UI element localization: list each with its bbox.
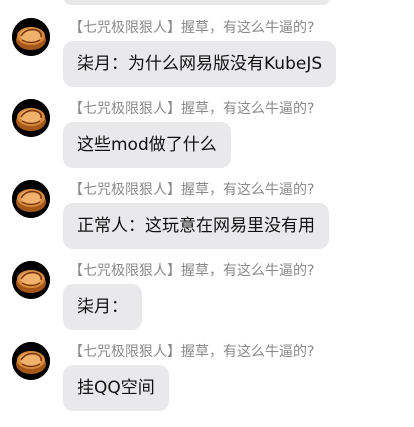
sender-name: 【七咒极限狠人】握草，有这么牛逼的? (69, 344, 315, 360)
pie-avatar-graphic (12, 261, 50, 299)
pie-avatar-graphic (12, 18, 50, 56)
chat-message-list: 【七咒极限狠人】握草，有这么牛逼的? 柒月：为什么网易版没有KubeJS 【七咒… (0, 0, 414, 427)
message-row: 【七咒极限狠人】握草，有这么牛逼的? 柒月：为什么网易版没有KubeJS (0, 0, 414, 87)
message-bubble[interactable]: 挂QQ空间 (63, 365, 169, 411)
sender-name: 【七咒极限狠人】握草，有这么牛逼的? (69, 20, 315, 36)
sender-name: 【七咒极限狠人】握草，有这么牛逼的? (69, 263, 315, 279)
message-row: 【七咒极限狠人】握草，有这么牛逼的? 正常人：这玩意在网易里没有用 (0, 162, 414, 249)
pie-avatar-graphic (12, 342, 50, 380)
pie-avatar-icon[interactable] (12, 342, 50, 380)
pie-avatar-icon[interactable] (12, 99, 50, 137)
pie-avatar-icon[interactable] (12, 180, 50, 218)
pie-avatar-icon[interactable] (12, 18, 50, 56)
pie-avatar-icon[interactable] (12, 261, 50, 299)
sender-name: 【七咒极限狠人】握草，有这么牛逼的? (69, 182, 315, 198)
pie-avatar-graphic (12, 99, 50, 137)
sender-name: 【七咒极限狠人】握草，有这么牛逼的? (69, 101, 315, 117)
message-row: 【七咒极限狠人】握草，有这么牛逼的? 挂QQ空间 (0, 324, 414, 411)
message-row: 【七咒极限狠人】握草，有这么牛逼的? 这些mod做了什么 (0, 81, 414, 168)
pie-avatar-graphic (12, 180, 50, 218)
message-row: 【七咒极限狠人】握草，有这么牛逼的? 柒月： (0, 243, 414, 330)
